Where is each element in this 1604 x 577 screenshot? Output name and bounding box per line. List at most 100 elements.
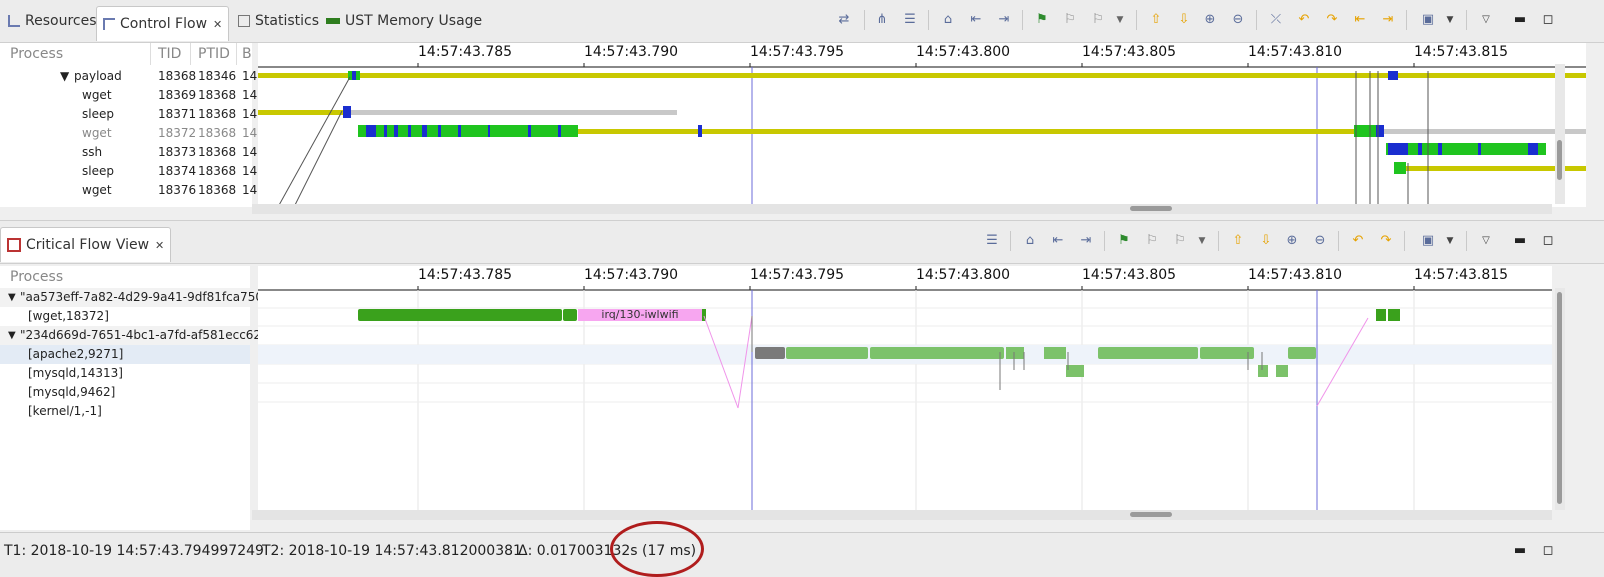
prev-event-icon[interactable]: ⇤ [1050,233,1066,249]
minimize-icon[interactable]: ▬ [1512,12,1528,28]
tab-critical-flow-view[interactable]: Critical Flow View ✕ [0,227,172,262]
maximize-icon[interactable]: ◻ [1540,233,1556,249]
chevron-down-icon[interactable]: ▼ [1442,12,1458,28]
scrollbar-thumb[interactable] [1557,140,1562,180]
maximize-icon[interactable]: ◻ [1540,12,1556,28]
prev-event-icon[interactable]: ⇤ [968,12,984,28]
home-icon[interactable]: ⌂ [1022,233,1038,249]
tab-ust-memory-usage[interactable]: UST Memory Usage [320,8,488,34]
process-name[interactable]: wget [82,181,112,200]
zoom-in-icon[interactable]: ⊕ [1284,233,1300,249]
chevron-down-icon[interactable]: ▼ [1442,233,1458,249]
top-vertical-scrollbar[interactable] [1555,64,1565,204]
pin-view-icon[interactable]: ▣ [1420,233,1436,249]
zoom-out-icon[interactable]: ⊖ [1230,12,1246,28]
control-flow-timegraph[interactable]: 14:57:43.785 14:57:43.790 14:57:43.795 1… [258,43,1586,207]
process-label[interactable]: [kernel/1,-1] [28,402,102,421]
group-label[interactable]: "234d669d-7651-4bc1-a7fd-af581ecc6232" [20,326,282,345]
ptid-cell: 18368 [198,145,237,159]
process-label[interactable]: [wget,18372] [28,307,109,326]
column-header-process[interactable]: Process [10,43,63,65]
list-icon[interactable]: ☰ [902,12,918,28]
filter-icon[interactable]: ⋔ [874,12,890,28]
tab-resources[interactable]: Resources [2,8,103,34]
separator [1404,231,1405,251]
process-name[interactable]: payload [74,67,122,86]
separator [1466,10,1467,30]
control-flow-states[interactable] [258,43,1586,207]
column-header-process[interactable]: Process [10,266,63,288]
separator [1218,231,1219,251]
zoom-in-icon[interactable]: ⊕ [1202,12,1218,28]
tid-cell: 18376 [158,183,197,197]
column-header-b[interactable]: B [242,43,252,65]
process-name[interactable]: wget [82,124,112,143]
separator [1466,231,1467,251]
tab-label: Control Flow [120,16,208,32]
tree-expand-icon[interactable]: ▼ [8,326,16,345]
next-event-icon[interactable]: ⇥ [1078,233,1094,249]
tab-control-flow[interactable]: Control Flow ✕ [96,6,230,41]
minimize-icon[interactable]: ▬ [1512,233,1528,249]
follow-arrow-back-icon[interactable]: ↶ [1296,12,1312,28]
next-marker-icon[interactable]: ⇥ [1380,12,1396,28]
column-header-tid[interactable]: TID [158,43,181,65]
tab-statistics[interactable]: Statistics [232,8,325,34]
process-name[interactable]: sleep [82,162,114,181]
process-name[interactable]: wget [82,86,112,105]
arrow-up-icon[interactable]: ⇧ [1148,12,1164,28]
irq-label: irq/130-iwlwifi [601,308,679,321]
top-horizontal-scrollbar[interactable] [252,204,1552,214]
prev-marker-icon[interactable]: ⇤ [1352,12,1368,28]
next-bookmark-icon[interactable]: ⚐ [1172,233,1188,249]
process-label[interactable]: [apache2,9271] [28,345,123,364]
close-icon[interactable]: ✕ [213,18,222,31]
maximize-icon[interactable]: ◻ [1540,543,1556,559]
tid-cell: 18372 [158,126,197,140]
chevron-down-icon[interactable]: ▼ [1112,12,1128,28]
separator [1338,231,1339,251]
process-name[interactable]: sleep [82,105,114,124]
home-icon[interactable]: ⌂ [940,12,956,28]
minimize-icon[interactable]: ▬ [1512,543,1528,559]
bottom-horizontal-scrollbar[interactable] [252,510,1552,520]
view-menu-icon[interactable]: ▽ [1478,233,1494,249]
critical-flow-states[interactable] [258,266,1552,520]
add-bookmark-icon[interactable]: ⚑ [1116,233,1132,249]
list-icon[interactable]: ☰ [984,233,1000,249]
column-header-ptid[interactable]: PTID [198,43,230,65]
b-cell: 14 [242,145,258,159]
export-icon[interactable]: ⇄ [836,12,852,28]
zoom-out-icon[interactable]: ⊖ [1312,233,1328,249]
add-bookmark-icon[interactable]: ⚑ [1034,12,1050,28]
arrow-down-icon[interactable]: ⇩ [1258,233,1274,249]
follow-arrow-forward-icon[interactable]: ↷ [1378,233,1394,249]
tid-cell: 18368 [158,69,197,83]
pin-view-icon[interactable]: ▣ [1420,12,1436,28]
chevron-down-icon[interactable]: ▼ [1194,233,1210,249]
column-divider [236,43,237,65]
follow-arrow-back-icon[interactable]: ↶ [1350,233,1366,249]
b-cell: 14 [242,183,258,197]
scrollbar-thumb[interactable] [1557,292,1562,504]
arrow-up-icon[interactable]: ⇧ [1230,233,1246,249]
process-name[interactable]: ssh [82,143,102,162]
view-menu-icon[interactable]: ▽ [1478,12,1494,28]
hide-arrows-icon[interactable]: ⤫ [1268,12,1284,28]
process-label[interactable]: [mysqld,9462] [28,383,115,402]
next-event-icon[interactable]: ⇥ [996,12,1012,28]
prev-bookmark-icon[interactable]: ⚐ [1144,233,1160,249]
scrollbar-thumb[interactable] [1130,206,1172,211]
tree-expand-icon[interactable]: ▼ [8,288,16,307]
critical-flow-timegraph[interactable]: 14:57:43.785 14:57:43.790 14:57:43.795 1… [258,266,1552,520]
follow-arrow-forward-icon[interactable]: ↷ [1324,12,1340,28]
process-label[interactable]: [mysqld,14313] [28,364,123,383]
prev-bookmark-icon[interactable]: ⚐ [1062,12,1078,28]
group-label[interactable]: "aa573eff-7a82-4d29-9a41-9df81fca7502" [20,288,276,307]
scrollbar-thumb[interactable] [1130,512,1172,517]
next-bookmark-icon[interactable]: ⚐ [1090,12,1106,28]
arrow-down-icon[interactable]: ⇩ [1176,12,1192,28]
close-icon[interactable]: ✕ [155,239,164,252]
bottom-vertical-scrollbar[interactable] [1555,288,1565,510]
tree-expand-icon[interactable]: ▼ [60,67,69,86]
